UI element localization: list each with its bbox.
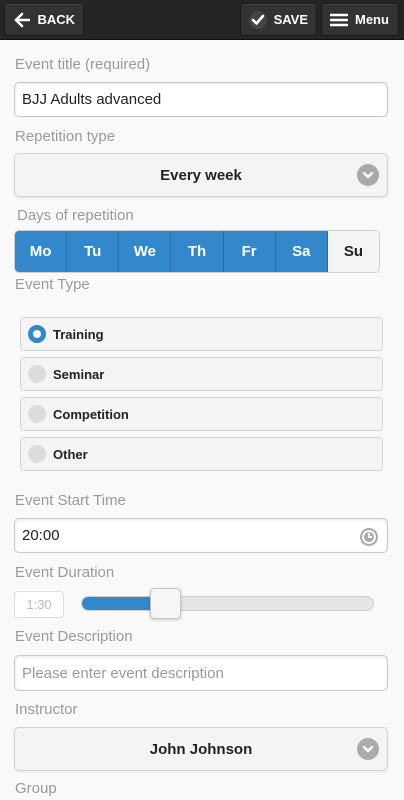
- duration-slider-track[interactable]: [81, 596, 374, 611]
- option-label: Competition: [53, 406, 129, 422]
- duration-value-box[interactable]: 1:30: [14, 591, 64, 618]
- day-su[interactable]: Su: [327, 231, 379, 272]
- day-fr[interactable]: Fr: [223, 231, 276, 272]
- event-type-option-seminar[interactable]: Seminar: [20, 357, 383, 391]
- chevron-down-icon: [357, 738, 379, 760]
- radio-unselected-icon: [28, 445, 46, 463]
- repetition-type-select[interactable]: Every week: [14, 153, 388, 197]
- days-of-repetition-label: Days of repetition: [17, 207, 134, 224]
- instructor-label: Instructor: [15, 701, 78, 718]
- event-start-time-input[interactable]: 20:00: [14, 518, 388, 553]
- instructor-value: John Johnson: [149, 740, 253, 758]
- day-th[interactable]: Th: [171, 231, 224, 272]
- event-title-input[interactable]: BJJ Adults advanced: [14, 82, 388, 117]
- instructor-select[interactable]: John Johnson: [14, 727, 388, 771]
- day-tu[interactable]: Tu: [67, 231, 120, 272]
- radio-unselected-icon: [28, 365, 46, 383]
- day-sa[interactable]: Sa: [275, 231, 328, 272]
- check-icon: [249, 10, 267, 29]
- event-type-label: Event Type: [15, 276, 90, 293]
- option-label: Seminar: [53, 366, 105, 382]
- event-title-label: Event title (required): [15, 56, 151, 73]
- event-duration-label: Event Duration: [15, 564, 115, 581]
- repetition-type-value: Every week: [160, 166, 242, 184]
- arrow-left-icon: [13, 11, 30, 29]
- days-selector: Mo Tu We Th Fr Sa Su: [14, 230, 380, 273]
- group-label: Group: [15, 780, 57, 797]
- duration-value: 1:30: [26, 597, 52, 612]
- event-type-option-other[interactable]: Other: [20, 437, 383, 471]
- hamburger-icon: [330, 11, 348, 29]
- event-description-placeholder: Please enter event description: [22, 664, 224, 682]
- menu-button[interactable]: Menu: [321, 3, 399, 36]
- event-start-time-label: Event Start Time: [15, 492, 126, 509]
- event-description-label: Event Description: [15, 628, 133, 645]
- save-label: SAVE: [273, 12, 308, 27]
- day-mo[interactable]: Mo: [15, 231, 68, 272]
- clock-icon[interactable]: [359, 527, 379, 547]
- top-toolbar: BACK SAVE Menu: [0, 0, 404, 40]
- back-button[interactable]: BACK: [4, 3, 84, 36]
- option-label: Training: [53, 326, 104, 342]
- repetition-type-label: Repetition type: [15, 128, 116, 145]
- event-start-time-value: 20:00: [22, 527, 60, 544]
- radio-unselected-icon: [28, 405, 46, 423]
- radio-selected-icon: [28, 325, 46, 343]
- event-title-value: BJJ Adults advanced: [22, 91, 162, 108]
- day-we[interactable]: We: [119, 231, 172, 272]
- event-type-option-competition[interactable]: Competition: [20, 397, 383, 431]
- option-label: Other: [53, 446, 88, 462]
- save-button[interactable]: SAVE: [240, 3, 317, 36]
- chevron-down-icon: [357, 164, 379, 186]
- back-label: BACK: [37, 12, 75, 27]
- event-description-input[interactable]: Please enter event description: [14, 655, 388, 691]
- menu-label: Menu: [355, 12, 389, 27]
- event-type-option-training[interactable]: Training: [20, 317, 383, 351]
- duration-slider-handle[interactable]: [150, 588, 182, 619]
